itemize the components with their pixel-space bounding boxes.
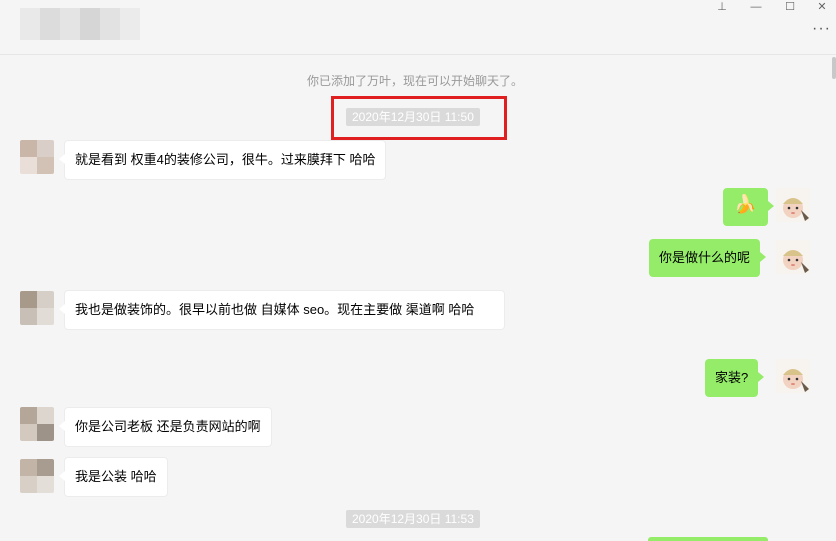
chat-scrollbar[interactable]: [830, 55, 836, 541]
system-notice: 你已添加了万叶，现在可以开始聊天了。: [306, 74, 523, 88]
scrollbar-thumb[interactable]: [832, 57, 836, 79]
avatar[interactable]: [776, 188, 810, 222]
avatar[interactable]: [20, 140, 54, 174]
baby-avatar-icon: [776, 240, 810, 274]
avatar[interactable]: [776, 240, 810, 274]
message-bubble[interactable]: 我也是做装饰的。很早以前也做 自媒体 seo。现在主要做 渠道啊 哈哈: [59, 290, 505, 330]
more-dots-icon[interactable]: ···: [812, 21, 832, 37]
contact-name-blurred: [20, 8, 140, 40]
message-bubble[interactable]: 我是公装 哈哈: [59, 457, 168, 497]
pin-icon[interactable]: ⊥: [712, 0, 732, 14]
maximize-icon[interactable]: ☐: [780, 0, 800, 14]
message-bubble[interactable]: 就是看到 权重4的装修公司，很牛。过来膜拜下 哈哈: [58, 140, 387, 180]
message-bubble[interactable]: 家装?: [705, 359, 765, 397]
chat-history[interactable]: 你已添加了万叶，现在可以开始聊天了。 2020年12月30日 11:50 就是看…: [0, 55, 830, 541]
baby-avatar-icon: [776, 359, 810, 393]
baby-avatar-icon: [776, 188, 810, 222]
avatar[interactable]: [20, 407, 54, 441]
title-bar: ⊥ — ☐ ✕ ···: [0, 0, 836, 55]
avatar[interactable]: [776, 359, 810, 393]
avatar[interactable]: [20, 291, 54, 325]
highlight-annotation: [331, 96, 507, 140]
message-text: 🍌: [734, 194, 757, 214]
avatar[interactable]: [20, 459, 54, 493]
message-bubble[interactable]: 你是做什么的呢: [649, 239, 767, 277]
banana-emoji[interactable]: 🍌: [723, 188, 774, 226]
close-icon[interactable]: ✕: [812, 0, 832, 14]
timestamp: 2020年12月30日 11:53: [346, 510, 480, 528]
message-bubble[interactable]: 你是公司老板 还是负责网站的啊: [59, 407, 272, 447]
minimize-icon[interactable]: —: [746, 0, 766, 14]
message-bubble-partial[interactable]: [648, 537, 768, 541]
